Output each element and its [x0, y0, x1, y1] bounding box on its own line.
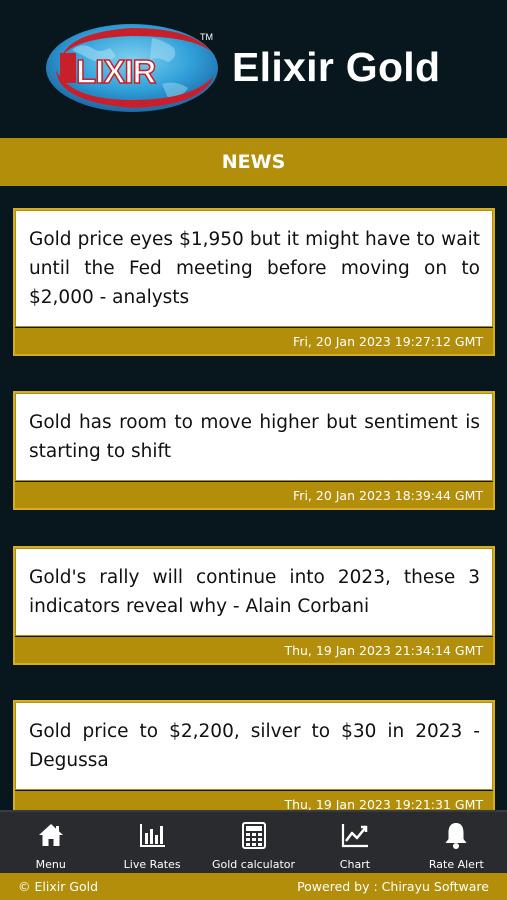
news-headline[interactable]: Gold price to $2,200, silver to $30 in 2…	[16, 703, 492, 789]
section-title: NEWS	[221, 151, 286, 173]
news-date: Fri, 20 Jan 2023 18:39:44 GMT	[15, 481, 493, 508]
calculator-icon	[241, 822, 266, 849]
logo-text: LIXIR	[76, 53, 157, 90]
bar-chart-icon	[140, 824, 166, 847]
home-icon	[38, 824, 63, 846]
news-card[interactable]: Gold has room to move higher but sentime…	[13, 391, 495, 510]
nav-rate-alert-label: Rate Alert	[428, 858, 484, 871]
elixir-logo: LIXIR TM	[42, 20, 222, 116]
trademark-mark: TM	[200, 32, 213, 42]
app-header: LIXIR TM Elixir Gold	[0, 0, 507, 136]
app-footer: © Elixir Gold Powered by : Chirayu Softw…	[0, 873, 507, 900]
news-date: Thu, 19 Jan 2023 21:34:14 GMT	[15, 636, 493, 663]
news-headline[interactable]: Gold's rally will continue into 2023, th…	[16, 549, 492, 635]
news-headline[interactable]: Gold price eyes $1,950 but it might have…	[16, 211, 492, 326]
news-headline[interactable]: Gold has room to move higher but sentime…	[16, 394, 492, 480]
nav-menu-label: Menu	[35, 858, 66, 871]
news-card[interactable]: Gold's rally will continue into 2023, th…	[13, 546, 495, 665]
nav-rate-alert[interactable]: Rate Alert	[406, 812, 507, 873]
brand-title: Elixir Gold	[232, 44, 441, 90]
news-card[interactable]: Gold price to $2,200, silver to $30 in 2…	[13, 700, 495, 819]
section-header: NEWS	[0, 138, 507, 186]
copyright-text: © Elixir Gold	[18, 879, 99, 894]
bell-icon	[445, 823, 467, 849]
line-chart-icon	[341, 824, 368, 848]
nav-menu[interactable]: Menu	[0, 812, 101, 873]
nav-chart-label: Chart	[339, 858, 371, 871]
bottom-navigation: Menu Live Rates Gold calculator Chart Ra…	[0, 810, 507, 873]
nav-gold-calculator-label: Gold calculator	[212, 858, 296, 871]
nav-chart[interactable]: Chart	[304, 812, 405, 873]
nav-live-rates[interactable]: Live Rates	[101, 812, 202, 873]
news-card[interactable]: Gold price eyes $1,950 but it might have…	[13, 208, 495, 356]
powered-by-text[interactable]: Powered by : Chirayu Software	[297, 879, 489, 894]
nav-gold-calculator[interactable]: Gold calculator	[203, 812, 304, 873]
nav-live-rates-label: Live Rates	[123, 858, 181, 871]
elixir-logo-icon: LIXIR TM	[46, 24, 218, 112]
news-date: Fri, 20 Jan 2023 19:27:12 GMT	[15, 327, 493, 354]
